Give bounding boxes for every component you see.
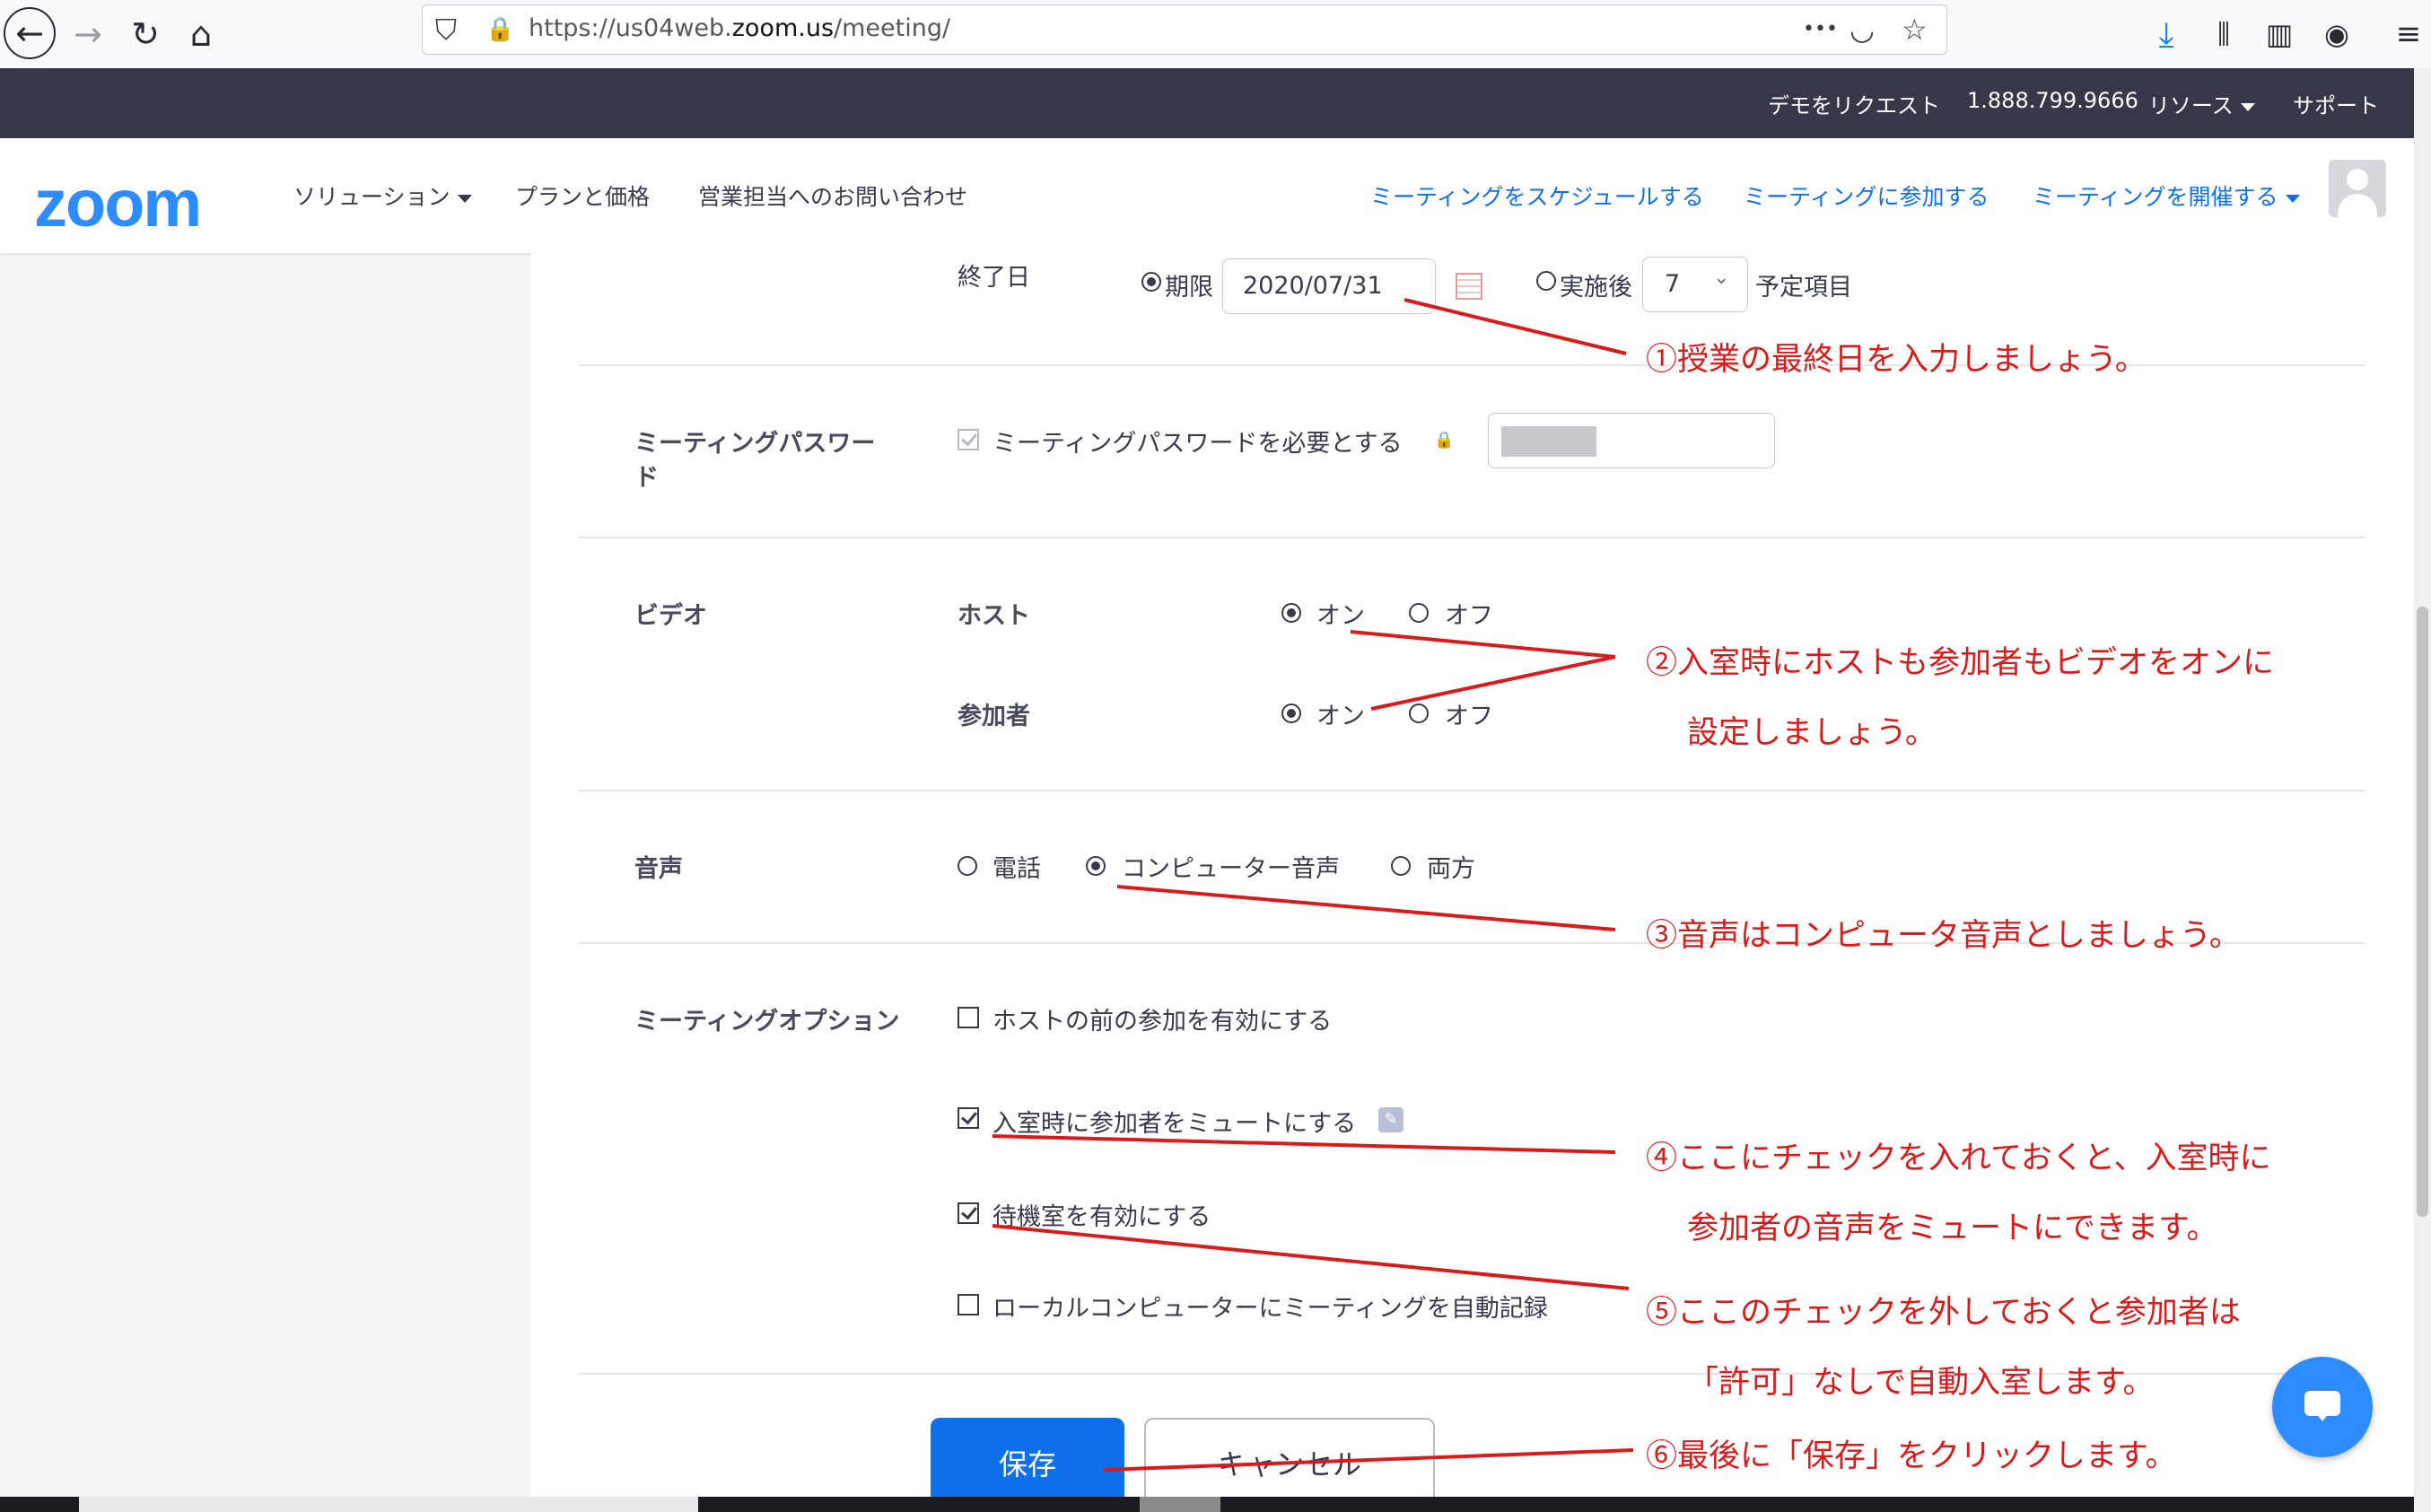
scrollbar-thumb[interactable] [2417, 607, 2428, 1217]
chat-button[interactable] [2272, 1357, 2373, 1457]
scrollbar[interactable] [2414, 68, 2431, 1512]
annotation-note-4-cont: 参加者の音声をミュートにできます。 [1687, 1210, 2218, 1246]
annotation-note-2: ②入室時にホストも参加者もビデオをオンに [1646, 645, 2275, 681]
annotation-note-4: ④ここにチェックを入れておくと、入室時に [1646, 1141, 2271, 1176]
annotation-line-5 [992, 1224, 1630, 1290]
bottom-strip [0, 1497, 2414, 1512]
annotation-line-4 [992, 1134, 1616, 1154]
annotation-line-2b [1370, 655, 1616, 711]
annotation-note-6: ⑥最後に「保存」をクリックします。 [1646, 1438, 2177, 1474]
annotation-note-5-cont: 「許可」なしで自動入室します。 [1687, 1365, 2155, 1401]
annotation-line-3 [1116, 885, 1616, 931]
annotation-note-3: ③音声はコンピュータ音声としましょう。 [1646, 918, 2241, 954]
annotation-note-2-cont: 設定しましょう。 [1687, 715, 1937, 751]
annotation-note-1: ①授業の最終日を入力しましょう。 [1646, 342, 2147, 378]
annotation-note-5: ⑤ここのチェックを外しておくと参加者は [1646, 1295, 2241, 1331]
annotation-lines [992, 298, 1634, 1472]
annotation-line-1 [1404, 298, 1627, 355]
annotation-line-6 [1103, 1448, 1634, 1472]
annotation-line-2a [1350, 630, 1616, 659]
